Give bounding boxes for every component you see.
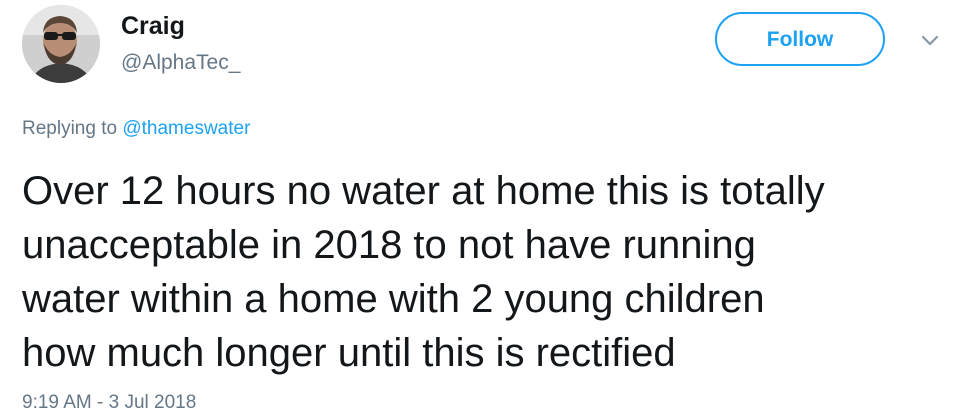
tweet-text: Over 12 hours no water at home this is t…: [22, 164, 952, 380]
tweet-timestamp[interactable]: 9:19 AM - 3 Jul 2018: [22, 391, 196, 415]
tweet-card: Craig @AlphaTec_ Follow Replying to @tha…: [0, 0, 962, 420]
tweet-text-line: Over 12 hours no water at home this is t…: [22, 169, 825, 213]
tweet-text-line: unacceptable in 2018 to not have running: [22, 223, 756, 267]
follow-button[interactable]: Follow: [715, 12, 885, 66]
replying-to-label: Replying to: [22, 118, 123, 139]
chevron-down-icon: [921, 35, 939, 46]
avatar[interactable]: [22, 5, 100, 83]
more-options-button[interactable]: [915, 29, 945, 53]
replying-to-line: Replying to @thameswater: [22, 117, 250, 141]
reply-mention-link[interactable]: @thameswater: [122, 118, 250, 139]
author-handle[interactable]: @AlphaTec_: [121, 50, 240, 76]
avatar-image: [22, 5, 100, 83]
tweet-text-line: water within a home with 2 young childre…: [22, 277, 765, 321]
author-name[interactable]: Craig: [121, 11, 185, 41]
tweet-text-line: how much longer until this is rectified: [22, 331, 676, 375]
